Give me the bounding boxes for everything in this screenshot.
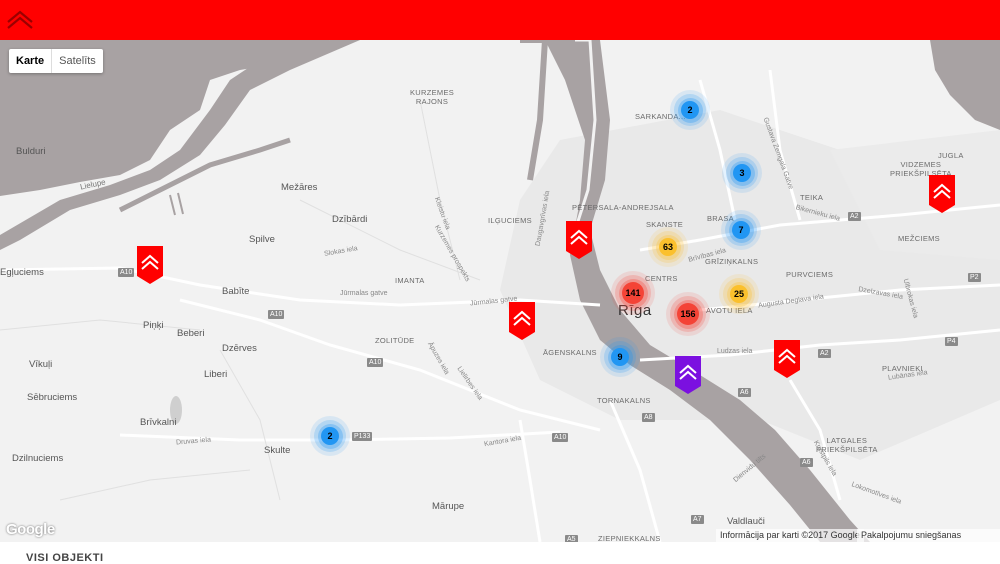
district-label: ZOLITŪDE (375, 336, 415, 345)
cluster-count: 2 (321, 427, 339, 445)
map-canvas[interactable]: Bulduri Lielupe Mežāres Dzībārdi Spilve … (0, 40, 1000, 542)
location-pin-icon[interactable] (566, 221, 592, 259)
map-type-map-button[interactable]: Karte (9, 49, 51, 73)
place-label: Spilve (249, 234, 275, 245)
road-shield: P133 (352, 432, 373, 441)
location-pin-icon[interactable] (929, 175, 955, 213)
road-label: Ludzas iela (717, 348, 753, 355)
cluster-count: 156 (677, 303, 699, 325)
road-shield: A6 (738, 388, 751, 397)
place-label: Mārupe (432, 501, 465, 512)
road-shield: A10 (268, 310, 285, 319)
road-shield: A2 (818, 349, 831, 358)
map-type-control: Karte Satelīts (9, 49, 103, 73)
map-data-attribution[interactable]: Informācija par karti ©2017 Google (716, 529, 864, 542)
section-title: VISI OBJEKTI (26, 552, 104, 564)
car-brand-logo-icon[interactable] (6, 8, 34, 32)
location-pin-icon[interactable] (137, 246, 163, 284)
district-label: TORNAKALNS (597, 396, 651, 405)
district-label: GRĪZIŅKALNS (705, 257, 759, 266)
place-label: Brīvkalni (140, 417, 177, 428)
cluster-count: 63 (659, 238, 677, 256)
road-shield: A7 (691, 515, 704, 524)
district-label: MEŽCIEMS (898, 234, 940, 243)
district-label: JUGLA (938, 151, 964, 160)
cluster-count: 9 (611, 348, 629, 366)
cluster-count: 141 (622, 282, 644, 304)
road-shield: A2 (848, 212, 861, 221)
district-label: KURZEMES RAJONS (410, 88, 455, 106)
road-shield: P4 (945, 337, 958, 346)
road-shield: A10 (118, 268, 135, 277)
location-pin-icon[interactable] (675, 356, 701, 394)
map-base (0, 40, 1000, 542)
place-label: Piņķi (143, 320, 164, 331)
cluster-count: 7 (732, 221, 750, 239)
place-label: Skulte (264, 445, 291, 456)
top-bar (0, 0, 1000, 40)
place-label: Mežāres (281, 182, 318, 193)
road-shield: A10 (367, 358, 384, 367)
district-label: IMANTA (395, 276, 425, 285)
place-label: Dzērves (222, 343, 257, 354)
road-label: Jūrmalas gatve (340, 290, 388, 297)
location-pin-icon[interactable] (774, 340, 800, 378)
place-label: Dzilnuciems (12, 453, 64, 464)
place-label: Valdlauči (727, 516, 765, 527)
district-label: ZIEPNIEKKALNS (598, 534, 661, 542)
location-pin-icon[interactable] (509, 302, 535, 340)
district-label: ILĢUCIEMS (488, 216, 532, 225)
cluster-count: 2 (681, 101, 699, 119)
road-shield: A8 (642, 413, 655, 422)
place-label: Dzībārdi (332, 214, 368, 225)
place-label: Egļuciems (0, 267, 44, 278)
place-label: Sēbruciems (27, 392, 78, 403)
place-label: Vīkuļi (29, 359, 53, 370)
map-type-satellite-button[interactable]: Satelīts (52, 49, 103, 73)
place-label: Beberi (177, 328, 205, 339)
district-label: ĀGENSKALNS (543, 348, 597, 357)
district-label: TEIKA (800, 193, 824, 202)
place-label: Bulduri (16, 146, 46, 157)
road-shield: P2 (968, 273, 981, 282)
cluster-count: 25 (730, 285, 748, 303)
place-label: Babīte (222, 286, 250, 297)
terms-link[interactable]: Pakalpojumu sniegšanas noteikumi (857, 529, 1000, 542)
place-label: Liberi (204, 369, 228, 380)
road-shield: A10 (552, 433, 569, 442)
road-shield: A5 (565, 535, 578, 542)
district-label: PURVCIEMS (786, 270, 834, 279)
cluster-count: 3 (733, 164, 751, 182)
google-logo: Google (6, 521, 55, 538)
road-shield: A6 (800, 458, 813, 467)
district-label: PĒTERSALA-ANDREJSALA (572, 203, 674, 212)
